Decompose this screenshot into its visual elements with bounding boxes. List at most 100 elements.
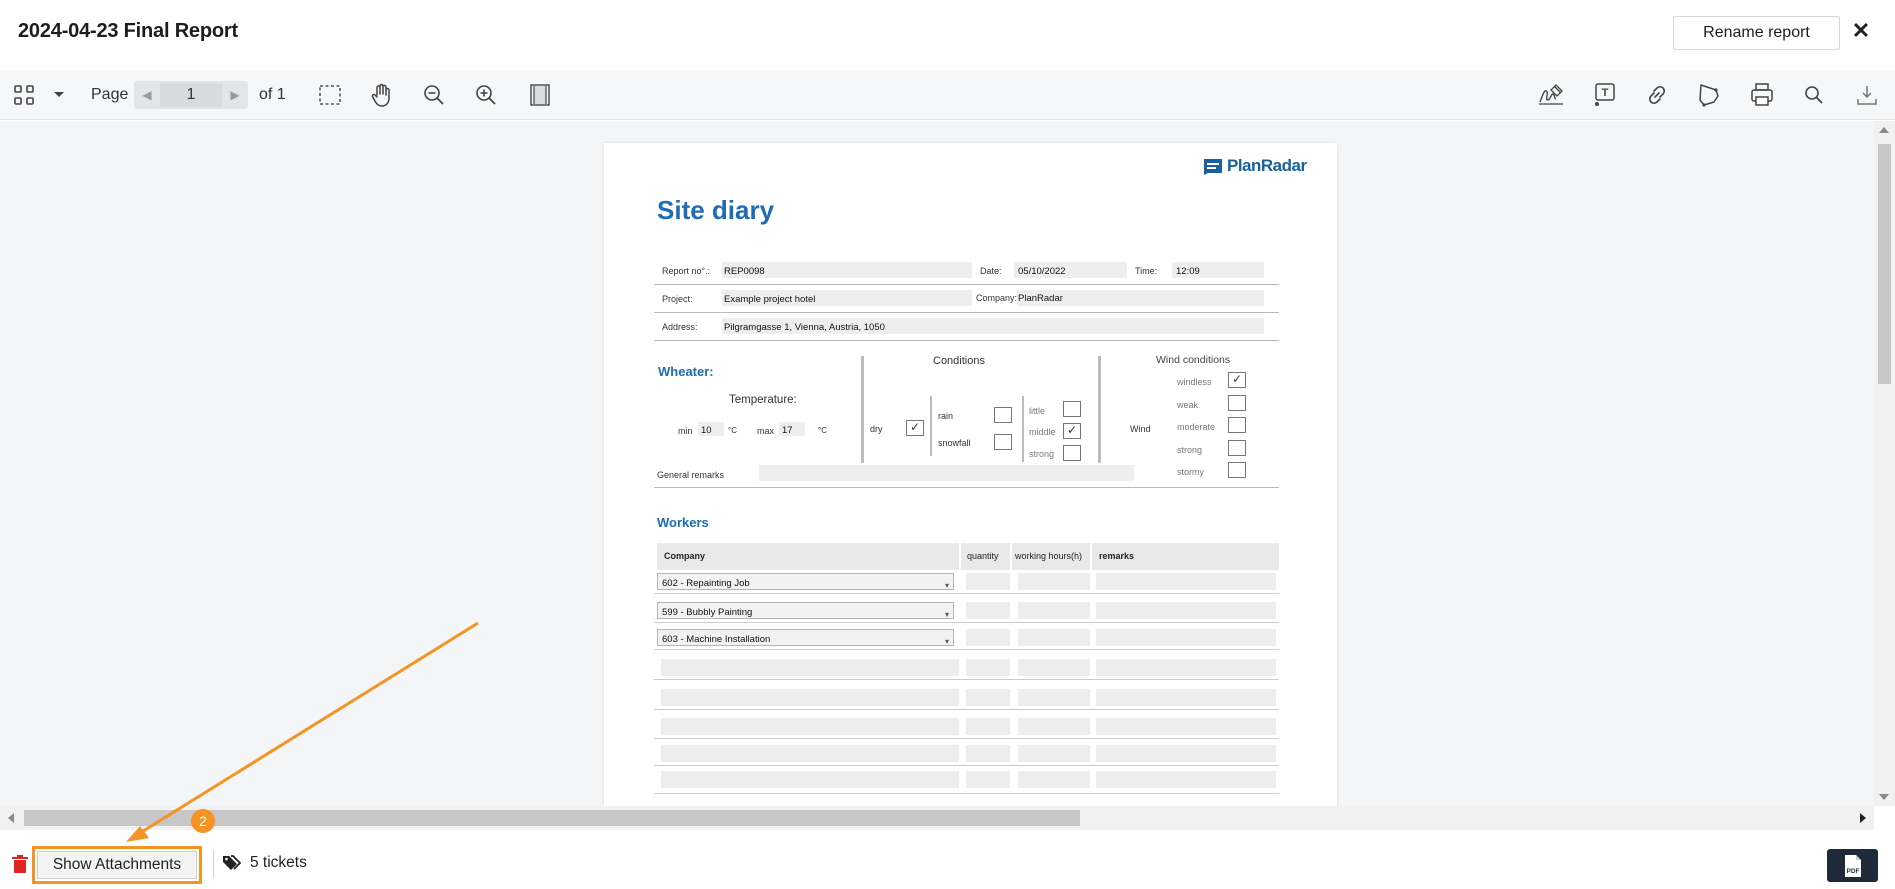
divider [654, 312, 1279, 313]
dry-checkbox[interactable]: ✓ [906, 420, 924, 436]
empty-company-cell [661, 689, 959, 706]
dry-label: dry [870, 424, 883, 434]
remarks-cell [1096, 689, 1276, 706]
middle-checkbox[interactable]: ✓ [1063, 423, 1081, 439]
snowfall-label: snowfall [938, 438, 971, 448]
scroll-up-icon[interactable] [1879, 127, 1889, 133]
scroll-down-icon[interactable] [1879, 794, 1889, 800]
wind-strong-label: strong [1177, 445, 1203, 455]
hours-cell [1018, 659, 1090, 676]
previous-page-icon[interactable]: ◀ [136, 81, 158, 109]
text-box-icon[interactable]: T [1588, 78, 1622, 112]
min-value: 10 [701, 425, 712, 436]
project-value: Example project hotel [724, 294, 816, 305]
link-icon[interactable] [1640, 78, 1674, 112]
moderate-checkbox[interactable] [1228, 417, 1246, 433]
thumbnails-grid-icon[interactable] [7, 78, 41, 112]
little-checkbox[interactable] [1063, 401, 1081, 417]
worker-company-value: 602 - Repainting Job [662, 578, 750, 589]
report-no-value: REP0098 [724, 266, 765, 277]
vertical-scrollbar[interactable] [1874, 121, 1895, 806]
remarks-cell [1096, 659, 1276, 676]
svg-text:T: T [1602, 87, 1609, 99]
vertical-divider [1098, 356, 1101, 463]
zoom-in-icon[interactable] [469, 78, 503, 112]
remarks-cell [1096, 573, 1276, 590]
strong-checkbox[interactable] [1063, 445, 1081, 461]
rain-checkbox[interactable] [994, 407, 1012, 423]
max-label: max [757, 426, 775, 436]
trash-icon[interactable] [12, 855, 28, 879]
horizontal-scroll-thumb[interactable] [24, 810, 1080, 826]
quantity-cell [966, 602, 1010, 619]
pdf-file-icon: PDF [1844, 854, 1861, 877]
stormy-checkbox[interactable] [1228, 462, 1246, 478]
zoom-out-icon[interactable] [417, 78, 451, 112]
download-icon[interactable] [1850, 78, 1884, 112]
divider [654, 340, 1279, 341]
page-number-input[interactable] [160, 83, 222, 107]
max-value: 17 [782, 425, 793, 436]
title-bar: 2024-04-23 Final Report Rename report ✕ [0, 0, 1895, 66]
remarks-cell [1096, 629, 1276, 646]
weak-checkbox[interactable] [1228, 395, 1246, 411]
next-page-icon[interactable]: ▶ [224, 81, 246, 109]
worker-company-value: 603 - Machine Installation [662, 634, 771, 645]
column-header-remarks: remarks [1092, 543, 1279, 570]
show-attachments-button[interactable]: Show Attachments [37, 851, 197, 879]
fit-page-icon[interactable] [523, 78, 557, 112]
shape-icon[interactable] [1692, 78, 1726, 112]
min-label: min [678, 426, 693, 436]
rain-label: rain [938, 411, 954, 421]
vertical-divider [1022, 396, 1024, 462]
show-attachments-highlight: Show Attachments [32, 846, 202, 884]
project-label: Project: [662, 294, 693, 304]
divider [654, 765, 1279, 766]
scroll-right-icon[interactable] [1860, 813, 1866, 823]
wind-conditions-title: Wind conditions [1156, 354, 1231, 366]
worker-company-value: 599 - Bubbly Painting [662, 607, 753, 618]
print-icon[interactable] [1745, 78, 1779, 112]
horizontal-scrollbar[interactable] [0, 806, 1874, 830]
report-no-label: Report no°.: [662, 266, 711, 276]
pan-hand-icon[interactable] [365, 78, 399, 112]
close-icon[interactable]: ✕ [1850, 16, 1872, 46]
time-value: 12:09 [1176, 266, 1200, 277]
tickets-indicator[interactable]: 5 tickets [222, 854, 307, 872]
rename-report-button[interactable]: Rename report [1673, 16, 1840, 50]
empty-company-cell [661, 771, 959, 788]
address-value: Pilgramgasse 1, Vienna, Austria, 1050 [724, 322, 885, 333]
wind-strong-checkbox[interactable] [1228, 440, 1246, 456]
worker-company-dropdown[interactable]: 603 - Machine Installation ▾ [657, 629, 954, 646]
hours-cell [1018, 771, 1090, 788]
weak-label: weak [1177, 400, 1199, 410]
bottom-bar: Show Attachments 5 tickets PDF [0, 830, 1895, 889]
search-icon[interactable] [1797, 78, 1831, 112]
divider [654, 738, 1279, 739]
hours-cell [1018, 745, 1090, 762]
worker-company-dropdown[interactable]: 602 - Repainting Job ▾ [657, 573, 954, 590]
planradar-logo-icon [1204, 159, 1222, 175]
general-remarks-label: General remarks [657, 470, 725, 480]
signature-icon[interactable] [1534, 78, 1568, 112]
min-unit: °C [728, 426, 737, 435]
report-title: 2024-04-23 Final Report [18, 20, 238, 42]
dropdown-caret-icon[interactable] [44, 78, 74, 112]
vertical-divider [930, 396, 932, 456]
planradar-logo: PlanRadar [1202, 155, 1307, 177]
windless-label: windless [1177, 377, 1212, 387]
vertical-scroll-thumb[interactable] [1878, 144, 1891, 384]
date-label: Date: [980, 266, 1002, 276]
windless-checkbox[interactable]: ✓ [1228, 372, 1246, 388]
quantity-cell [966, 629, 1010, 646]
document-viewer[interactable]: PlanRadar Site diary Report no°.: REP009… [0, 121, 1874, 806]
vertical-divider [861, 356, 864, 463]
snowfall-checkbox[interactable] [994, 434, 1012, 450]
marquee-select-icon[interactable] [313, 78, 347, 112]
pdf-export-button[interactable]: PDF [1827, 849, 1878, 882]
column-header-working-hours: working hours(h) [1012, 543, 1090, 570]
scroll-left-icon[interactable] [8, 813, 14, 823]
page-label: Page [91, 86, 129, 103]
worker-company-dropdown[interactable]: 599 - Bubbly Painting ▾ [657, 602, 954, 619]
viewer-toolbar: Page ◀ ▶ of 1 T [0, 70, 1895, 120]
